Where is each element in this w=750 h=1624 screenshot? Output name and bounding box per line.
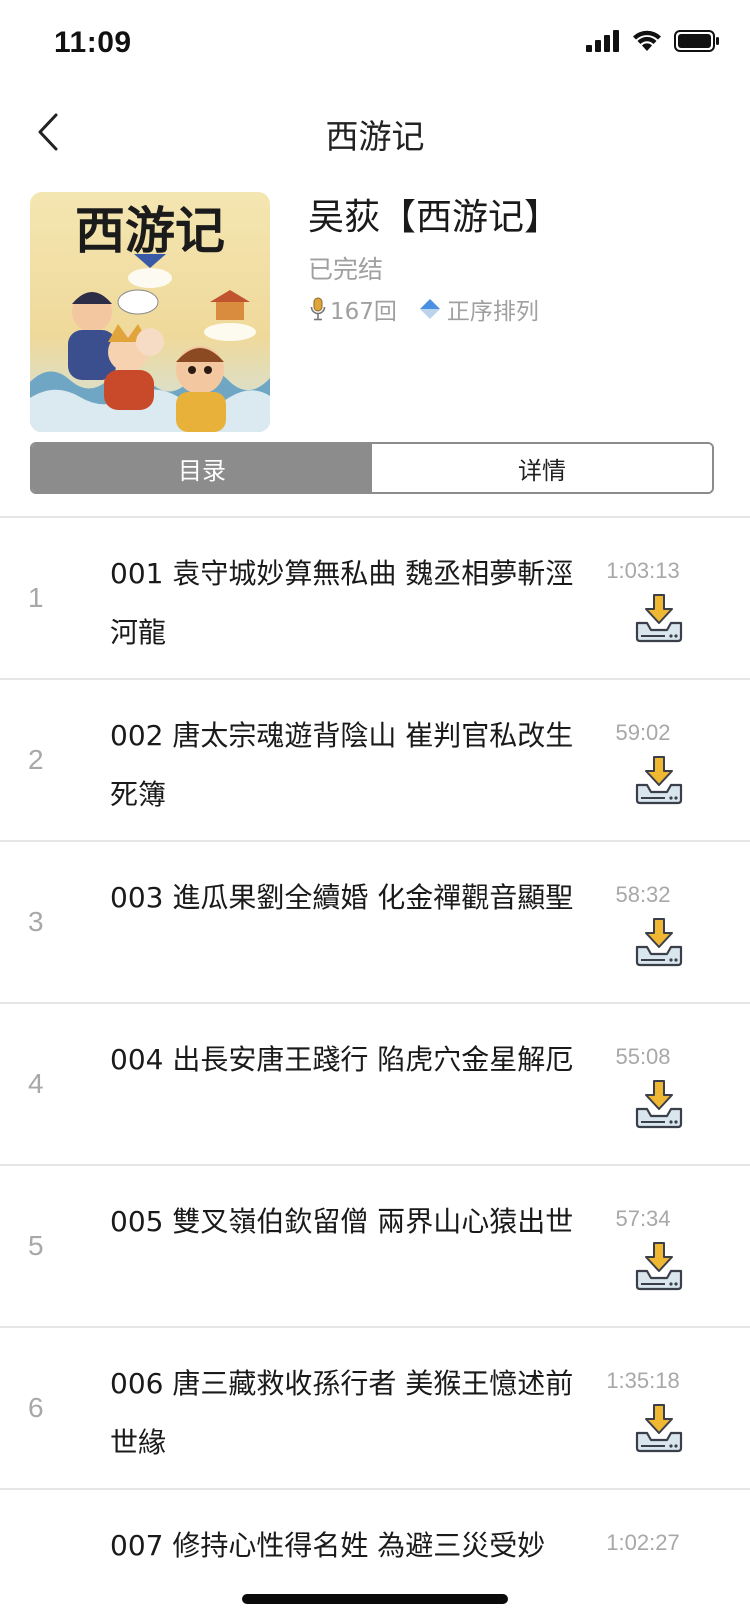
chapter-duration: 55:08 xyxy=(615,1044,671,1069)
chapter-index: 6 xyxy=(28,1392,44,1423)
sort-label: 正序排列 xyxy=(446,299,539,325)
chapter-index: 2 xyxy=(28,744,44,775)
download-icon xyxy=(635,756,683,805)
download-icon xyxy=(635,1404,683,1453)
chapter-title: 002 唐太宗魂遊背陰山 崔判官私改生死簿 xyxy=(110,719,574,811)
download-icon xyxy=(635,1080,683,1129)
download-button[interactable] xyxy=(632,592,686,646)
download-button[interactable] xyxy=(632,1078,686,1132)
download-icon xyxy=(635,918,683,967)
wifi-icon xyxy=(633,30,661,51)
status-bar: 11:09 xyxy=(0,0,750,88)
chapter-duration: 1:35:18 xyxy=(606,1368,680,1393)
download-button[interactable] xyxy=(632,1402,686,1456)
chapter-index: 4 xyxy=(28,1068,44,1099)
page-title: 西游记 xyxy=(325,117,425,156)
chapter-title: 005 雙叉嶺伯欽留僧 兩界山心猿出世 xyxy=(110,1205,574,1238)
tab-bar: 目录 详情 xyxy=(30,442,714,494)
cellular-signal-icon xyxy=(586,30,619,52)
chapter-duration: 59:02 xyxy=(615,720,671,745)
chapter-duration: 1:03:13 xyxy=(606,558,680,583)
chapter-row[interactable]: 4 004 出長安唐王踐行 陷虎穴金星解厄 55:08 xyxy=(0,1004,750,1166)
chapter-index: 5 xyxy=(28,1230,44,1261)
status-icons xyxy=(586,30,720,52)
chapter-row[interactable]: 5 005 雙叉嶺伯欽留僧 兩界山心猿出世 57:34 xyxy=(0,1166,750,1328)
download-button[interactable] xyxy=(632,754,686,808)
tab-details[interactable]: 详情 xyxy=(372,444,712,492)
chapter-index: 3 xyxy=(28,906,44,937)
download-icon xyxy=(635,594,683,643)
chapter-list: 1 001 袁守城妙算無私曲 魏丞相夢斬涇河龍 1:03:13 2 002 唐太宗魂遊背… xyxy=(0,516,750,1624)
home-indicator xyxy=(242,1594,508,1604)
battery-icon xyxy=(674,30,719,52)
chapter-title: 003 進瓜果劉全續婚 化金禪觀音顯聖 xyxy=(110,881,574,914)
chapter-duration: 57:34 xyxy=(615,1206,671,1231)
screen: 11:09 西游记 西游记 吴荻【西游记】 已完结 167回 正序排列 目录 详… xyxy=(0,0,750,1624)
sort-toggle[interactable]: 正序排列 xyxy=(419,292,539,326)
chapter-row[interactable]: 3 003 進瓜果劉全續婚 化金禪觀音顯聖 58:32 xyxy=(0,842,750,1004)
sort-icon xyxy=(419,299,440,319)
download-button[interactable] xyxy=(632,1240,686,1294)
chapter-duration: 1:02:27 xyxy=(606,1530,680,1555)
chapter-title: 004 出長安唐王踐行 陷虎穴金星解厄 xyxy=(110,1043,574,1076)
book-status: 已完结 xyxy=(308,255,384,284)
chapter-row[interactable]: 2 002 唐太宗魂遊背陰山 崔判官私改生死簿 59:02 xyxy=(0,680,750,842)
cover-title-text: 西游记 xyxy=(75,201,225,260)
chapter-row[interactable]: 1 001 袁守城妙算無私曲 魏丞相夢斬涇河龍 1:03:13 xyxy=(0,518,750,680)
microphone-icon xyxy=(310,297,326,321)
episode-count: 167回 xyxy=(310,292,397,326)
book-cover-image: 西游记 xyxy=(30,192,270,432)
episode-count-label: 167回 xyxy=(330,299,397,325)
chapter-row[interactable]: 6 006 唐三藏救收孫行者 美猴王憶述前世緣 1:35:18 xyxy=(0,1328,750,1490)
download-icon xyxy=(635,1242,683,1291)
chapter-index: 1 xyxy=(28,582,44,613)
status-time: 11:09 xyxy=(54,26,132,59)
chapter-title: 001 袁守城妙算無私曲 魏丞相夢斬涇河龍 xyxy=(110,557,574,649)
book-title: 吴荻【西游记】 xyxy=(308,197,561,238)
tab-catalog[interactable]: 目录 xyxy=(32,444,372,492)
chapter-duration: 58:32 xyxy=(615,882,671,907)
nav-bar: 西游记 xyxy=(0,88,750,176)
chapter-title: 007 修持心性得名姓 為避三災受妙 xyxy=(110,1529,546,1562)
book-meta: 167回 正序排列 xyxy=(310,292,539,326)
download-button[interactable] xyxy=(632,916,686,970)
chapter-title: 006 唐三藏救收孫行者 美猴王憶述前世緣 xyxy=(110,1367,574,1459)
